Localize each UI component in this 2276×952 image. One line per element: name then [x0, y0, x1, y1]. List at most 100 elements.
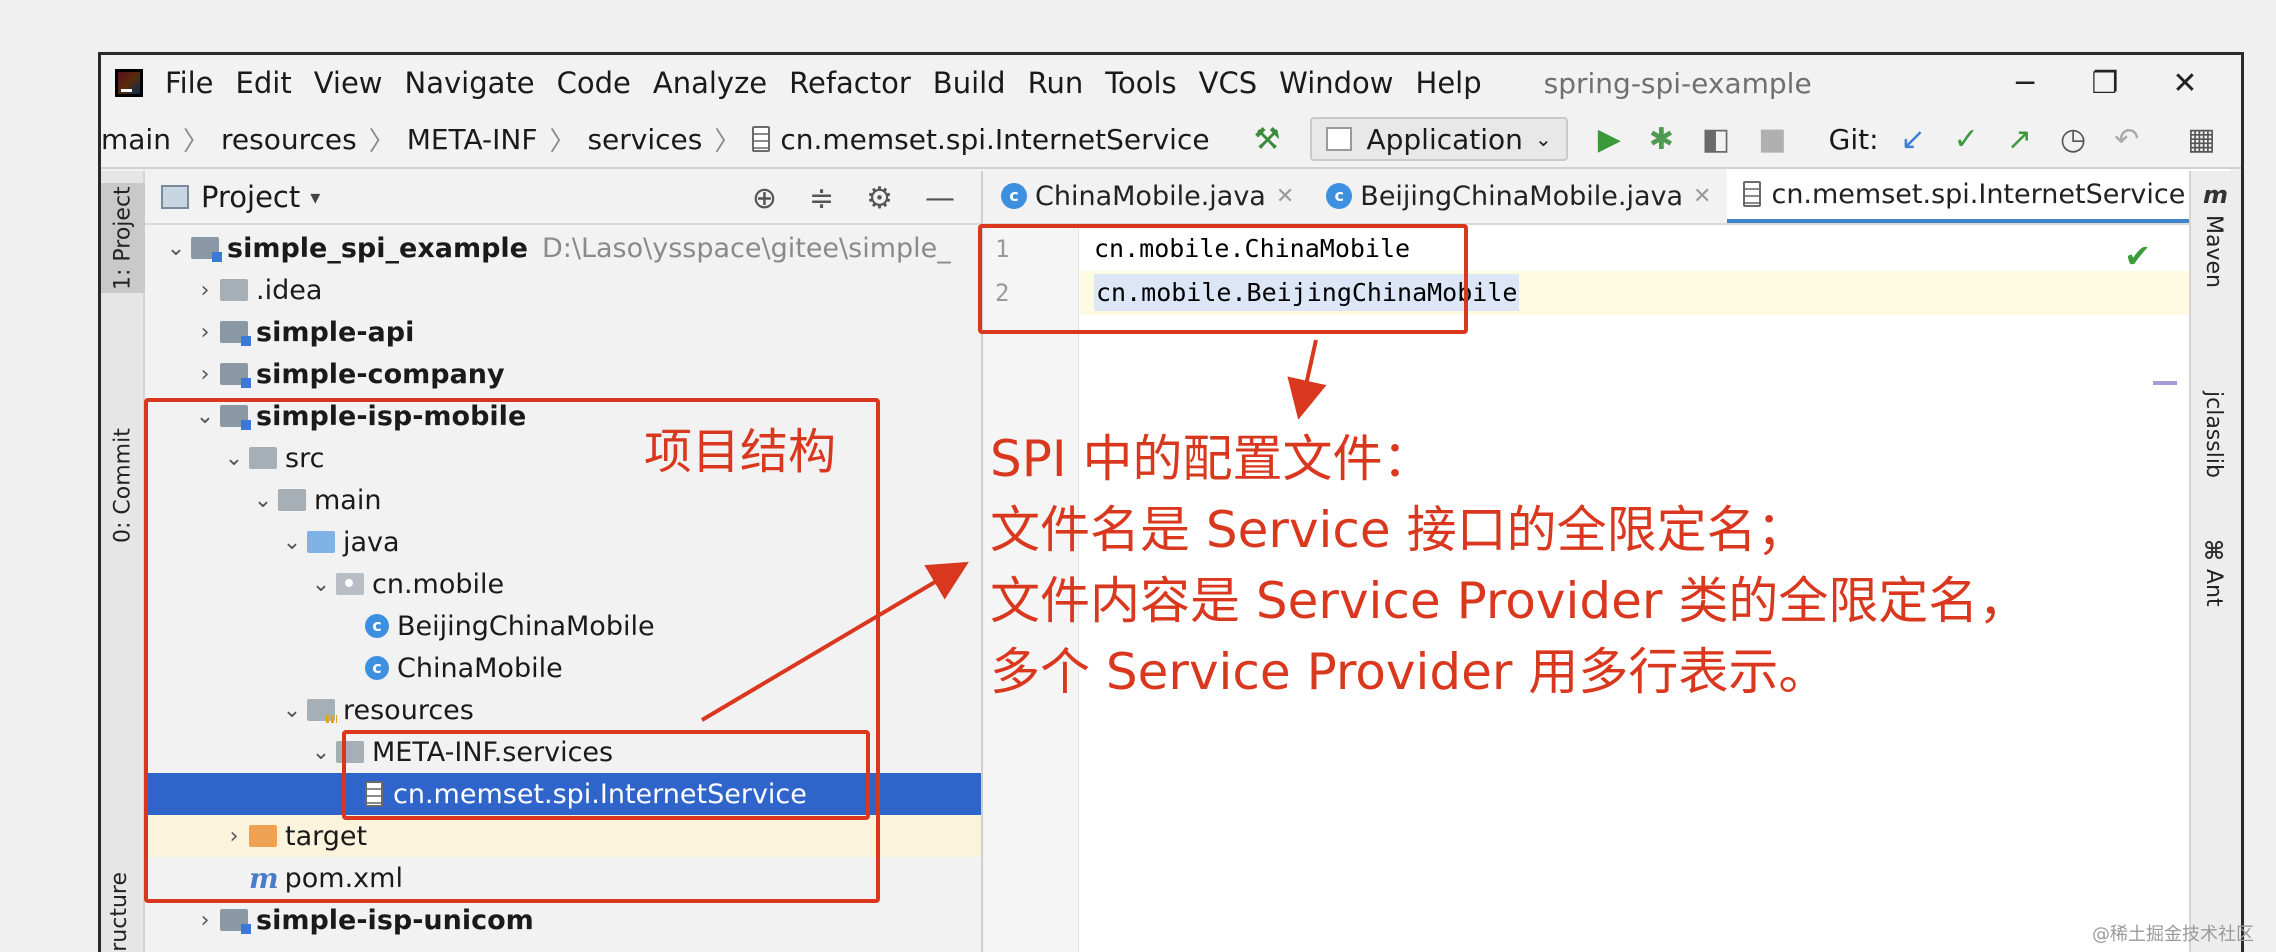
locate-target-icon[interactable]: ⊕	[752, 181, 777, 216]
stop-icon[interactable]: ■	[1758, 122, 1786, 157]
hide-panel-icon[interactable]: —	[925, 181, 955, 216]
folder-folder-icon	[220, 279, 248, 301]
jclasslib-tool-tab[interactable]: jclasslib	[2201, 391, 2226, 478]
git-label: Git:	[1828, 122, 1879, 156]
project-structure-label: 项目结构	[644, 424, 837, 480]
breadcrumb-item[interactable]: cn.memset.spi.InternetService	[780, 123, 1209, 156]
intellij-logo-icon	[115, 69, 143, 97]
breadcrumb-item[interactable]: main	[101, 123, 171, 156]
breadcrumb-item[interactable]: resources	[221, 123, 357, 156]
debug-bug-icon[interactable]: ✱	[1649, 122, 1674, 157]
menu-window[interactable]: Window	[1279, 66, 1393, 100]
project-tool-tab[interactable]: 1: Project	[101, 183, 145, 293]
config-file-content-highlight-box	[978, 224, 1468, 334]
minimize-button[interactable]: ─	[1985, 66, 2065, 101]
chevron-right-icon[interactable]: ›	[190, 278, 220, 303]
java-class-icon: c	[1326, 183, 1353, 209]
maven-tool-tab[interactable]: Maven	[2201, 215, 2226, 288]
right-tool-stripe: m Maven jclasslib ⌘ Ant	[2189, 171, 2241, 952]
menu-build[interactable]: Build	[933, 66, 1006, 100]
gear-icon[interactable]: ⚙	[866, 181, 893, 216]
project-structure-icon[interactable]: ▦	[2187, 122, 2215, 157]
editor-tab[interactable]: cn.memset.spi.InternetService✕	[1727, 169, 2230, 223]
editor-tab-label: ChinaMobile.java	[1035, 180, 1266, 212]
menu-refactor[interactable]: Refactor	[789, 66, 911, 100]
menu-analyze[interactable]: Analyze	[653, 66, 767, 100]
tree-node[interactable]: › simple-api	[145, 311, 981, 353]
scrollbar-marker	[2153, 381, 2177, 385]
maven-icon: m	[2203, 181, 2229, 209]
coverage-icon[interactable]: ◧	[1702, 122, 1730, 157]
run-icon[interactable]: ▶	[1598, 122, 1621, 157]
breadcrumb-item[interactable]: services	[587, 123, 702, 156]
tree-node-label: simple-api	[256, 316, 415, 348]
menu-edit[interactable]: Edit	[236, 66, 292, 100]
module-folder-icon	[220, 321, 251, 346]
chevron-right-icon: 〉	[182, 126, 209, 157]
chevron-down-icon: ⌄	[1534, 127, 1552, 151]
menu-bar: File Edit View Navigate Code Analyze Refactor B…	[101, 55, 2241, 111]
explanation-line: SPI 中的配置文件：	[990, 430, 1433, 488]
meta-inf-highlight-box	[342, 730, 870, 820]
tree-node-label: .idea	[256, 274, 323, 306]
tree-node-label: simple_spi_example	[227, 232, 528, 264]
run-configuration-select[interactable]: Application ⌄	[1310, 117, 1568, 161]
menu-vcs[interactable]: VCS	[1199, 66, 1258, 100]
tree-node-label: simple-isp-unicom	[256, 904, 534, 936]
module-path-hint: D:\Laso\ysspace\gitee\simple_	[541, 232, 951, 264]
explanation-line: 文件内容是 Service Provider 类的全限定名，	[990, 572, 2029, 630]
tree-node[interactable]: › simple-isp-unicom	[145, 899, 981, 941]
module-folder-icon	[191, 237, 222, 262]
chevron-right-icon: 〉	[549, 126, 576, 157]
git-commit-icon[interactable]: ✓	[1954, 122, 1979, 157]
module-folder-icon	[220, 363, 251, 388]
tree-node[interactable]: › simple-company	[145, 353, 981, 395]
chevron-down-icon[interactable]: ⌄	[161, 236, 191, 261]
menu-navigate[interactable]: Navigate	[405, 66, 535, 100]
close-button[interactable]: ✕	[2145, 66, 2225, 101]
tree-node[interactable]: › .idea	[145, 269, 981, 311]
watermark: @稀土掘金技术社区	[2092, 924, 2254, 945]
text-file-icon	[1743, 181, 1762, 207]
commit-tool-tab[interactable]: 0: Commit	[101, 421, 145, 551]
explanation-line: 多个 Service Provider 用多行表示。	[990, 643, 1829, 701]
menu-tools[interactable]: Tools	[1105, 66, 1176, 100]
left-tool-stripe: 1: Project 0: Commit	[101, 171, 145, 952]
tree-node[interactable]: ⌄ simple_spi_example D:\Laso\ysspace\gitee…	[145, 227, 981, 269]
menu-file[interactable]: File	[165, 66, 214, 100]
close-tab-icon[interactable]: ✕	[1276, 184, 1294, 209]
project-panel-header: Project ▾ ⊕ ≑ ⚙ —	[145, 171, 981, 225]
window-title: spring-spi-example	[1543, 66, 1812, 100]
menu-run[interactable]: Run	[1028, 66, 1084, 100]
git-history-icon[interactable]: ◷	[2060, 122, 2086, 157]
project-view-icon	[161, 185, 189, 209]
java-class-icon: c	[1001, 183, 1027, 209]
git-update-icon[interactable]: ↙	[1901, 122, 1926, 157]
project-panel-tools: ⊕ ≑ ⚙ —	[736, 171, 971, 225]
menu-code[interactable]: Code	[557, 66, 631, 100]
menu-items: File Edit View Navigate Code Analyze Refactor B…	[165, 66, 1504, 100]
collapse-all-icon[interactable]: ≑	[809, 181, 834, 216]
git-push-icon[interactable]: ↗	[2007, 122, 2032, 157]
application-config-icon	[1326, 127, 1353, 151]
structure-tool-tab[interactable]: ructure	[107, 872, 132, 952]
breadcrumb-item[interactable]: META-INF	[407, 123, 538, 156]
chevron-right-icon[interactable]: ›	[190, 320, 220, 345]
chevron-down-icon[interactable]: ▾	[310, 185, 320, 209]
menu-view[interactable]: View	[314, 66, 383, 100]
editor-tab[interactable]: c BeijingChinaMobile.java ✕	[1310, 169, 1727, 223]
window-controls: ─ ❐ ✕	[1985, 55, 2225, 111]
ant-tool-tab[interactable]: Ant	[2201, 569, 2226, 607]
git-rollback-icon[interactable]: ↶	[2114, 122, 2139, 157]
run-configuration-label: Application	[1366, 122, 1523, 156]
project-panel-title[interactable]: Project	[201, 180, 300, 214]
restore-button[interactable]: ❐	[2065, 66, 2145, 101]
spi-explanation: SPI 中的配置文件： 文件名是 Service 接口的全限定名； 文件内容是 Se…	[990, 424, 2028, 708]
breadcrumb: main 〉 resources 〉 META-INF 〉 services 〉 cn.mems…	[101, 121, 1210, 158]
menu-help[interactable]: Help	[1416, 66, 1482, 100]
chevron-right-icon[interactable]: ›	[190, 362, 220, 387]
editor-tab[interactable]: c ChinaMobile.java ✕	[985, 169, 1310, 223]
close-tab-icon[interactable]: ✕	[1693, 184, 1711, 209]
build-hammer-icon[interactable]: ⚒	[1254, 122, 1281, 157]
chevron-right-icon[interactable]: ›	[190, 908, 220, 933]
